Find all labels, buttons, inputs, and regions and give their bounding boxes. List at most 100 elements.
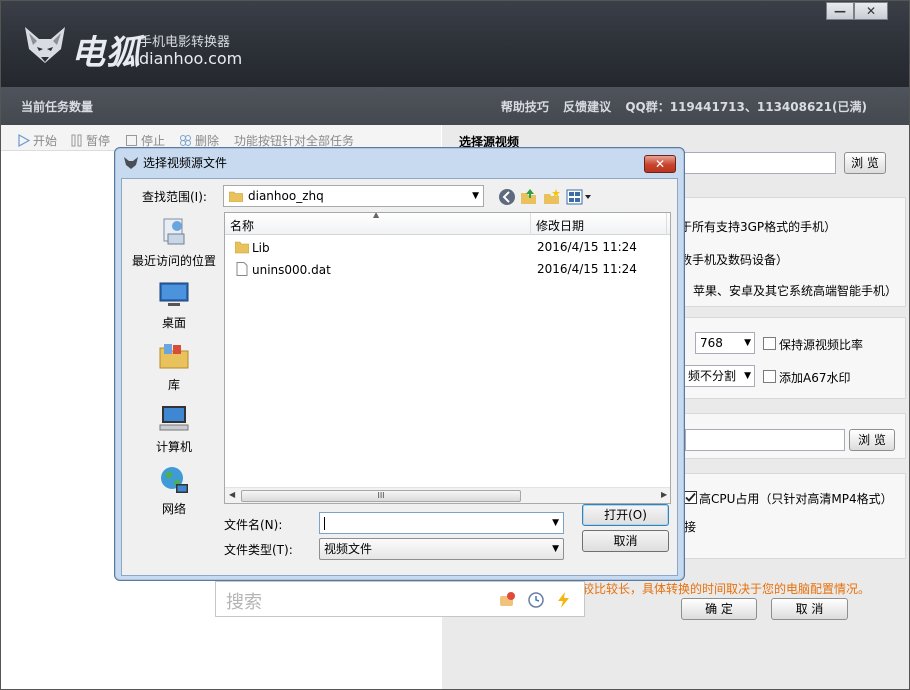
place-libraries[interactable]: 库 bbox=[124, 340, 224, 393]
view-menu-icon[interactable] bbox=[566, 188, 594, 206]
pause-button[interactable]: 暂停 bbox=[70, 132, 110, 149]
place-computer[interactable]: 计算机 bbox=[124, 402, 224, 455]
scroll-thumb[interactable]: III bbox=[241, 490, 521, 502]
desktop-icon bbox=[159, 282, 189, 306]
format-option-smartphone[interactable]: 苹果、安卓及其它系统高端智能手机） bbox=[693, 282, 897, 299]
file-modified: 2016/4/15 11:24 bbox=[537, 240, 637, 254]
up-folder-icon[interactable] bbox=[520, 188, 538, 206]
folder-icon bbox=[229, 191, 243, 202]
file-row[interactable]: Lib 2016/4/15 11:24 文 bbox=[225, 237, 670, 259]
recent-places-icon bbox=[163, 218, 185, 245]
place-label: 最近访问的位置 bbox=[131, 254, 216, 268]
lookin-value: dianhoo_zhq bbox=[248, 189, 324, 203]
open-file-dialog: 选择视频源文件 ✕ 查找范围(I): dianhoo_zhq ▼ 最近访问的位置… bbox=[114, 147, 685, 581]
place-label: 网络 bbox=[161, 502, 186, 516]
cpu-checkbox[interactable] bbox=[684, 491, 697, 504]
pause-icon bbox=[71, 134, 82, 147]
place-desktop[interactable]: 桌面 bbox=[124, 278, 224, 331]
dialog-close-button[interactable]: ✕ bbox=[644, 155, 676, 173]
search-box[interactable]: 搜索 bbox=[215, 581, 585, 617]
lightning-icon[interactable] bbox=[555, 591, 573, 609]
browse-source-button[interactable]: 浏 览 bbox=[844, 152, 886, 174]
qq-group-text: QQ群：119441713、113408621(已满) bbox=[625, 100, 867, 114]
split-select[interactable]: 频不分割 ▼ bbox=[683, 365, 755, 387]
app-subtitle: 手机电影转换器 bbox=[139, 35, 231, 50]
start-button[interactable]: 开始 bbox=[17, 132, 57, 149]
format-option-general[interactable]: 数手机及数码设备） bbox=[680, 251, 788, 268]
cancel-main-button[interactable]: 取 消 bbox=[771, 598, 848, 620]
file-icon bbox=[236, 262, 248, 276]
place-label: 计算机 bbox=[155, 440, 192, 454]
open-button[interactable]: 打开(O) bbox=[582, 504, 669, 526]
play-icon bbox=[18, 134, 30, 147]
scroll-right-icon[interactable]: ▶ bbox=[661, 490, 667, 499]
lookin-combo[interactable]: dianhoo_zhq ▼ bbox=[223, 185, 484, 207]
browse-output-button[interactable]: 浏 览 bbox=[849, 429, 895, 451]
watermark-checkbox[interactable] bbox=[763, 370, 776, 383]
file-list[interactable]: ▲ 名称 修改日期 类 Lib 2016/4/15 11:24 文 unins0… bbox=[224, 212, 671, 504]
computer-icon bbox=[159, 406, 189, 431]
file-name: unins000.dat bbox=[252, 263, 331, 277]
clock-icon[interactable] bbox=[527, 591, 545, 609]
column-type[interactable]: 类 bbox=[670, 217, 671, 234]
chevron-down-icon[interactable]: ▼ bbox=[552, 513, 559, 533]
scroll-left-icon[interactable]: ◀ bbox=[229, 490, 235, 499]
minimize-button[interactable]: — bbox=[826, 2, 854, 20]
cancel-button[interactable]: 取消 bbox=[582, 530, 669, 552]
dialog-title-bar: 选择视频源文件 bbox=[123, 154, 227, 174]
checkmark-icon bbox=[685, 492, 696, 502]
new-folder-icon[interactable] bbox=[543, 188, 561, 206]
column-modified[interactable]: 修改日期 bbox=[536, 217, 584, 234]
start-label: 开始 bbox=[33, 134, 58, 148]
stop-icon bbox=[126, 135, 137, 146]
file-name: Lib bbox=[252, 241, 270, 255]
source-path-field[interactable] bbox=[682, 152, 836, 174]
help-link[interactable]: 帮助技巧 bbox=[501, 100, 549, 114]
column-divider bbox=[666, 213, 667, 235]
close-icon: ✕ bbox=[654, 157, 666, 171]
chevron-down-icon: ▼ bbox=[744, 371, 751, 381]
network-icon bbox=[161, 467, 188, 493]
split-value: 频不分割 bbox=[688, 369, 737, 383]
partial-label: 接 bbox=[684, 520, 697, 534]
filetype-label: 文件类型(T): bbox=[224, 543, 293, 557]
column-divider bbox=[530, 213, 531, 235]
place-label: 库 bbox=[167, 378, 180, 392]
fox-logo-icon bbox=[25, 27, 65, 63]
place-recent[interactable]: 最近访问的位置 bbox=[124, 216, 224, 269]
output-path-field[interactable] bbox=[685, 429, 845, 451]
column-name[interactable]: 名称 bbox=[230, 217, 254, 234]
task-count-label: 当前任务数量 bbox=[21, 100, 94, 114]
close-button[interactable]: ✕ bbox=[854, 2, 888, 20]
folder-icon bbox=[235, 241, 249, 254]
resolution-select[interactable]: 768 ▼ bbox=[695, 332, 755, 354]
filetype-value: 视频文件 bbox=[324, 542, 373, 556]
title-bar: 电狐 手机电影转换器 dianhoo.com — ✕ bbox=[1, 1, 909, 87]
keep-ratio-label: 保持源视频比率 bbox=[779, 338, 864, 352]
filetype-select[interactable]: 视频文件 ▼ bbox=[319, 538, 564, 560]
place-label: 桌面 bbox=[161, 316, 186, 330]
logo-text: 电狐 bbox=[71, 33, 141, 73]
file-list-header: ▲ 名称 修改日期 类 bbox=[225, 213, 671, 235]
filename-input[interactable]: ▼ bbox=[319, 512, 564, 534]
chevron-down-icon: ▼ bbox=[744, 338, 751, 348]
delete-icon bbox=[180, 135, 191, 146]
keep-ratio-checkbox[interactable] bbox=[763, 337, 776, 350]
horizontal-scrollbar[interactable]: ◀ III ▶ bbox=[225, 487, 670, 503]
file-row[interactable]: unins000.dat 2016/4/15 11:24 D bbox=[225, 259, 670, 281]
resolution-value: 768 bbox=[700, 336, 723, 350]
stop-label: 停止 bbox=[141, 134, 166, 148]
delete-label: 删除 bbox=[195, 134, 220, 148]
ok-button[interactable]: 确 定 bbox=[681, 598, 757, 620]
chevron-down-icon: ▼ bbox=[472, 191, 479, 201]
library-icon bbox=[159, 344, 189, 369]
lookin-label: 查找范围(I): bbox=[142, 190, 207, 204]
back-icon[interactable] bbox=[498, 188, 516, 206]
watermark-label: 添加A67水印 bbox=[779, 371, 851, 385]
feedback-link[interactable]: 反馈建议 bbox=[563, 100, 611, 114]
search-placeholder: 搜索 bbox=[226, 592, 262, 613]
place-network[interactable]: 网络 bbox=[124, 464, 224, 517]
format-option-3gp[interactable]: 于所有支持3GP格式的手机） bbox=[680, 218, 836, 235]
chevron-down-icon: ▼ bbox=[552, 544, 559, 554]
user-icon[interactable] bbox=[499, 591, 517, 609]
